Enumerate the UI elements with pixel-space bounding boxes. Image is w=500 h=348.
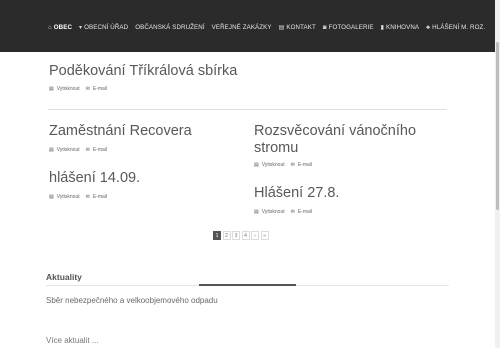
print-link[interactable]: Vytisknout — [57, 194, 80, 200]
page-button-1[interactable]: 1 — [213, 231, 221, 240]
nav-item-label: OBČANSKÁ SDRUŽENÍ — [135, 24, 205, 31]
print-icon: ▤ — [49, 86, 54, 92]
article-title[interactable]: hlášení 14.09. — [49, 170, 239, 187]
page-last-button[interactable]: » — [260, 231, 269, 240]
article-title[interactable]: Zaměstnání Recovera — [49, 123, 239, 140]
print-icon: ▤ — [49, 194, 54, 200]
nav-item-label: HLÁŠENÍ M. ROZ. — [432, 24, 486, 31]
article-title[interactable]: Poděkování Tříkrálová sbírka — [49, 63, 429, 80]
camera-icon: ◙ — [322, 24, 327, 31]
caret-down-icon: ▾ — [79, 24, 83, 31]
article-actions: ▤ Vytisknout ✉ E-mail — [254, 209, 315, 215]
article-title[interactable]: Rozsvěcování vánočního stromu — [254, 123, 419, 157]
nav-item-obec[interactable]: ⌂ OBEC — [48, 24, 72, 31]
page-button-4[interactable]: 4 — [241, 231, 250, 240]
news-item[interactable]: Sběr nebezpečného a velkoobjemového odpa… — [46, 296, 218, 305]
page-next-button[interactable]: › — [251, 231, 259, 240]
nav-item-obcanska-sdruzeni[interactable]: OBČANSKÁ SDRUŽENÍ — [135, 24, 204, 31]
email-icon: ✉ — [85, 194, 90, 200]
news-heading: Aktuality — [46, 272, 82, 282]
print-link[interactable]: Vytisknout — [262, 209, 285, 215]
email-icon: ✉ — [290, 209, 295, 215]
article-actions: ▤ Vytisknout ✉ E-mail — [49, 86, 110, 92]
bell-icon: ♣ — [426, 24, 431, 31]
nav-item-label: KONTAKT — [286, 24, 316, 31]
nav-item-obecni-urad[interactable]: ▾ OBECNÍ ÚŘAD — [79, 24, 128, 31]
print-icon: ▤ — [49, 147, 54, 153]
print-icon: ▤ — [254, 162, 259, 168]
separator — [48, 109, 447, 110]
print-link[interactable]: Vytisknout — [262, 162, 285, 168]
more-news-link[interactable]: Více aktualit ... — [46, 336, 98, 345]
email-icon: ✉ — [85, 86, 90, 92]
scrollbar-thumb[interactable] — [496, 42, 499, 210]
email-link[interactable]: E-mail — [298, 162, 312, 168]
email-link[interactable]: E-mail — [93, 147, 107, 153]
print-link[interactable]: Vytisknout — [57, 86, 80, 92]
nav-item-label: VEŘEJNÉ ZAKÁZKY — [211, 24, 272, 31]
article-actions: ▤ Vytisknout ✉ E-mail — [254, 162, 315, 168]
nav-item-label: FOTOGALERIE — [328, 24, 374, 31]
email-link[interactable]: E-mail — [93, 194, 107, 200]
email-link[interactable]: E-mail — [298, 209, 312, 215]
nav-item-verejne-zakazky[interactable]: VEŘEJNÉ ZAKÁZKY — [212, 24, 272, 31]
scrollbar[interactable] — [495, 0, 500, 348]
email-icon: ✉ — [290, 162, 295, 168]
nav-item-label: OBECNÍ ÚŘAD — [84, 24, 129, 31]
page-button-3[interactable]: 3 — [232, 231, 240, 240]
article-title[interactable]: Hlášení 27.8. — [254, 185, 419, 202]
print-link[interactable]: Vytisknout — [57, 147, 80, 153]
section-divider-accent — [199, 284, 296, 286]
email-link[interactable]: E-mail — [93, 86, 107, 92]
pagination: 1 2 3 4 › » — [213, 231, 269, 240]
book-icon: ▮ — [380, 24, 384, 31]
article-actions: ▤ Vytisknout ✉ E-mail — [49, 194, 110, 200]
article-actions: ▤ Vytisknout ✉ E-mail — [49, 147, 110, 153]
top-navbar: ⌂ OBEC ▾ OBECNÍ ÚŘAD OBČANSKÁ SDRUŽENÍ V… — [0, 0, 500, 52]
nav-item-fotogalerie[interactable]: ◙ FOTOGALERIE — [323, 24, 374, 31]
page-button-2[interactable]: 2 — [222, 231, 231, 240]
nav-item-label: KNIHOVNA — [386, 24, 420, 31]
nav-item-hlaseni[interactable]: ♣ HLÁŠENÍ M. ROZ. — [426, 24, 485, 31]
email-icon: ✉ — [85, 147, 90, 153]
nav-item-kontakt[interactable]: ▤ KONTAKT — [279, 24, 316, 31]
contact-card-icon: ▤ — [278, 24, 285, 31]
home-icon: ⌂ — [48, 24, 52, 31]
nav-item-knihovna[interactable]: ▮ KNIHOVNA — [381, 24, 420, 31]
nav-item-label: OBEC — [53, 24, 73, 31]
main-menu: ⌂ OBEC ▾ OBECNÍ ÚŘAD OBČANSKÁ SDRUŽENÍ V… — [48, 24, 492, 31]
print-icon: ▤ — [254, 209, 259, 215]
